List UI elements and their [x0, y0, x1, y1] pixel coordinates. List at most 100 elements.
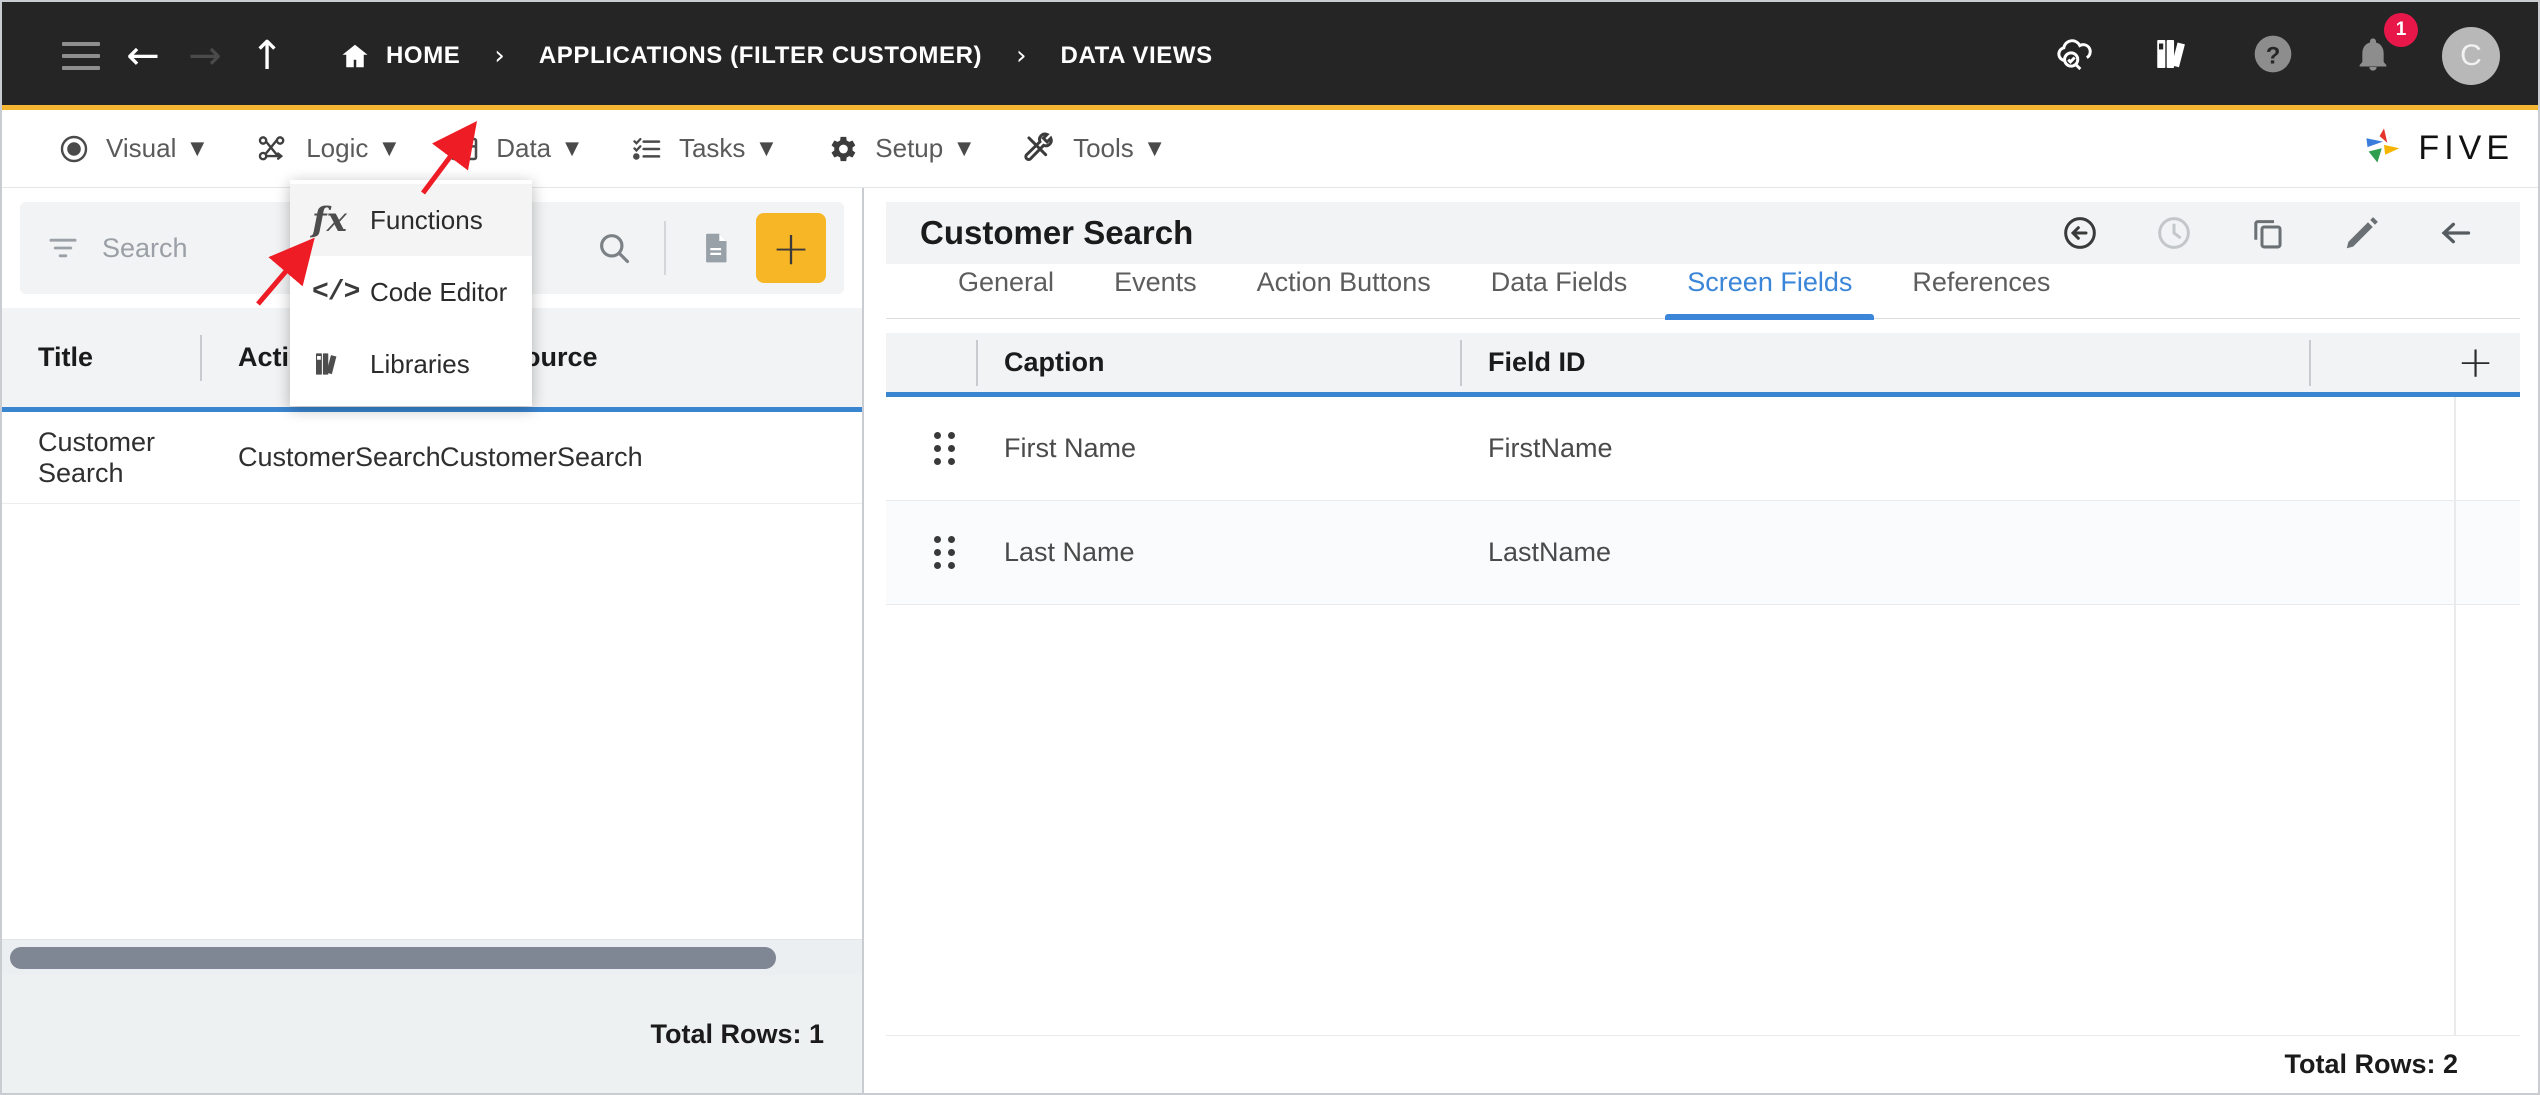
dropdown-label-libraries: Libraries	[370, 348, 470, 379]
table-grid-icon	[448, 133, 480, 165]
logic-dropdown-menu: fx Functions </> Code Editor Libraries	[290, 180, 532, 406]
table-row[interactable]: Customer Search CustomerSearch CustomerS…	[2, 412, 862, 504]
up-arrow-icon: ↑	[250, 33, 284, 79]
add-button[interactable]: +	[756, 213, 826, 283]
avatar[interactable]: C	[2442, 27, 2500, 85]
hamburger-menu-button[interactable]	[50, 25, 112, 87]
tab-events[interactable]: Events	[1092, 267, 1219, 318]
tab-action-buttons[interactable]: Action Buttons	[1235, 267, 1453, 318]
main-menu-bar: Visual ▼ Logic ▼ Data ▼ Tasks ▼ Setup ▼ …	[2, 110, 2538, 188]
breadcrumb-separator-icon: ›	[494, 41, 505, 71]
tab-general[interactable]: General	[936, 267, 1076, 318]
menu-item-logic[interactable]: Logic ▼	[230, 110, 422, 187]
detail-header: Customer Search	[886, 202, 2520, 265]
edit-button[interactable]	[2332, 203, 2392, 263]
breadcrumb: HOME › APPLICATIONS (FILTER CUSTOMER) › …	[340, 41, 1213, 71]
right-detail-panel: Customer Search General Events Action Bu…	[864, 188, 2538, 1093]
home-icon	[340, 41, 370, 71]
right-total-rows: Total Rows: 2	[2284, 1049, 2458, 1080]
search-button[interactable]	[584, 218, 644, 278]
document-button[interactable]	[686, 218, 746, 278]
dropdown-item-code-editor[interactable]: </> Code Editor	[290, 256, 532, 328]
menu-label-data: Data	[496, 133, 552, 163]
screen-fields-table-body: First Name FirstName Last Name LastName	[886, 397, 2520, 1036]
tab-data-fields[interactable]: Data Fields	[1469, 267, 1650, 318]
menu-item-tools[interactable]: Tools ▼	[997, 110, 1188, 187]
close-detail-button[interactable]	[2426, 203, 2486, 263]
svg-text:?: ?	[2266, 42, 2281, 69]
breadcrumb-label-home: HOME	[386, 42, 461, 69]
table-empty-space	[886, 605, 2520, 1036]
breadcrumb-item-applications[interactable]: APPLICATIONS (FILTER CUSTOMER)	[539, 42, 982, 70]
menu-label-tools: Tools	[1073, 133, 1134, 163]
hamburger-icon	[62, 42, 100, 70]
left-total-rows: Total Rows: 1	[650, 1018, 824, 1049]
menu-item-tasks[interactable]: Tasks ▼	[605, 110, 799, 187]
breadcrumb-item-data-views[interactable]: DATA VIEWS	[1061, 42, 1213, 70]
page-title: Customer Search	[920, 214, 1194, 252]
scrollbar-thumb[interactable]	[10, 946, 776, 969]
copy-button[interactable]	[2238, 203, 2298, 263]
application-window: ← → ↑ HOME › APPLICATIONS (FILTER CUSTOM…	[0, 0, 2540, 1095]
table-row[interactable]: Last Name LastName	[886, 501, 2520, 606]
menu-label-visual: Visual	[106, 133, 177, 163]
topbar-actions: ? 1 C	[2042, 13, 2500, 87]
column-header-title[interactable]: Title	[2, 308, 200, 407]
undo-button[interactable]	[2050, 203, 2110, 263]
column-header-caption[interactable]: Caption	[978, 347, 1460, 378]
column-header-field-id[interactable]: Field ID	[1462, 347, 2162, 378]
dropdown-item-libraries[interactable]: Libraries	[290, 328, 532, 400]
menu-item-visual[interactable]: Visual ▼	[32, 110, 230, 187]
checklist-icon	[631, 133, 663, 165]
cell-action-id: CustomerSearch	[238, 442, 441, 472]
menu-label-tasks: Tasks	[678, 133, 746, 163]
cell-data-source: CustomerSearch	[440, 442, 643, 472]
cell-field-id: FirstName	[1488, 433, 1613, 464]
chevron-down-icon: ▼	[190, 138, 205, 159]
back-button[interactable]: ←	[112, 25, 174, 87]
drag-handle-icon[interactable]	[912, 536, 976, 570]
horizontal-scrollbar[interactable]	[2, 939, 862, 975]
tools-icon	[1023, 132, 1057, 166]
table-row[interactable]: First Name FirstName	[886, 397, 2520, 502]
left-table-body: Customer Search CustomerSearch CustomerS…	[2, 412, 862, 939]
menu-label-setup: Setup	[875, 133, 944, 163]
notifications-button[interactable]: 1	[2342, 13, 2418, 87]
dropdown-label-functions: Functions	[370, 204, 483, 235]
forward-button[interactable]: →	[174, 25, 236, 87]
screen-fields-table-header: Caption Field ID +	[886, 333, 2520, 398]
library-button[interactable]	[2142, 25, 2204, 87]
gear-icon	[825, 132, 859, 166]
cloud-check-button[interactable]	[2042, 25, 2104, 87]
help-icon: ?	[2251, 32, 2295, 81]
breadcrumb-label-data-views: DATA VIEWS	[1060, 42, 1213, 69]
history-button[interactable]	[2144, 203, 2204, 263]
code-brackets-icon: </>	[312, 276, 360, 308]
back-arrow-icon: ←	[126, 33, 160, 79]
top-navigation-bar: ← → ↑ HOME › APPLICATIONS (FILTER CUSTOM…	[2, 2, 2538, 110]
toolbar-divider	[664, 221, 666, 275]
chevron-down-icon: ▼	[759, 138, 774, 159]
cell-title: Customer Search	[38, 426, 156, 488]
books-icon	[312, 348, 356, 380]
cloud-check-icon	[2051, 32, 2095, 81]
up-button[interactable]: ↑	[236, 25, 298, 87]
tab-screen-fields[interactable]: Screen Fields	[1665, 267, 1875, 321]
logic-nodes-icon	[256, 132, 290, 166]
left-table: Title Action ID Data Source Customer Sea…	[2, 294, 862, 1093]
chevron-down-icon: ▼	[957, 138, 972, 159]
forward-arrow-icon: →	[188, 33, 222, 79]
notification-count-badge: 1	[2384, 13, 2418, 47]
add-screen-field-button[interactable]: +	[2457, 340, 2494, 385]
help-button[interactable]: ?	[2242, 25, 2304, 87]
dropdown-item-functions[interactable]: fx Functions	[290, 184, 532, 256]
chevron-down-icon: ▼	[565, 138, 579, 159]
drag-handle-icon[interactable]	[912, 432, 976, 466]
tab-references[interactable]: References	[1890, 267, 2072, 318]
menu-item-setup[interactable]: Setup ▼	[799, 110, 997, 187]
books-icon	[2152, 33, 2194, 80]
breadcrumb-item-home[interactable]: HOME	[340, 41, 460, 71]
menu-item-data[interactable]: Data ▼	[422, 110, 605, 187]
filter-icon[interactable]	[46, 231, 80, 265]
column-divider	[2308, 339, 2311, 386]
